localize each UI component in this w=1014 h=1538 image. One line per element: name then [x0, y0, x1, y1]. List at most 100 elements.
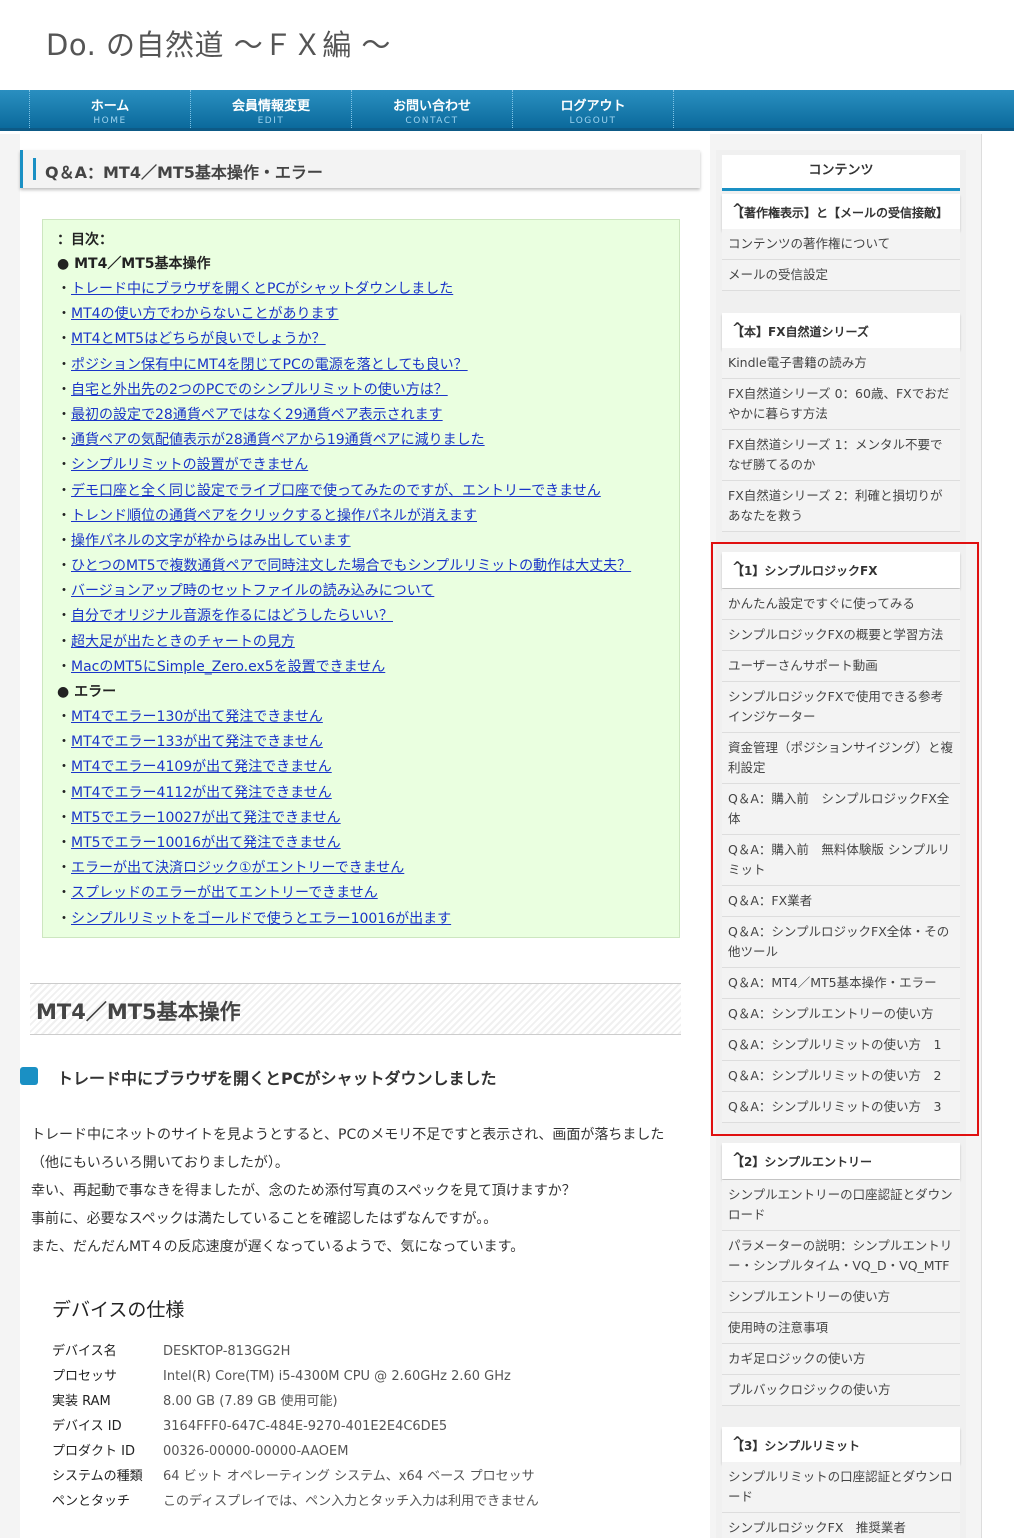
toc-bullet: ・ — [57, 532, 71, 549]
sidebar-link[interactable]: Q＆A：シンプルリミットの使い方 2 — [722, 1061, 960, 1092]
sidebar-link[interactable]: Q＆A：シンプルエントリーの使い方 — [722, 999, 960, 1030]
device-spec-table: デバイス名 DESKTOP-813GG2H プロセッサ Intel(R) Core(T… — [52, 1339, 672, 1514]
spec-row: デバイス名 DESKTOP-813GG2H — [52, 1339, 672, 1364]
page-title: Q＆A：MT4／MT5基本操作・エラー — [45, 163, 323, 182]
toc-link[interactable]: 操作パネルの文字が枠からはみ出しています — [71, 533, 351, 549]
toc-link[interactable]: トレード中にブラウザを開くとPCがシャットダウンしました — [71, 281, 453, 297]
chevron-up-icon[interactable]: ^ — [732, 1435, 952, 1450]
sidebar-link[interactable]: メールの受信設定 — [722, 260, 960, 291]
sidebar-group-header[interactable]: 【1】シンプルロジックFX ^ — [722, 552, 960, 588]
sidebar-link[interactable]: シンプルロジックFXの概要と学習方法 — [722, 620, 960, 651]
sidebar-link[interactable]: 使用時の注意事項 — [722, 1313, 960, 1344]
sidebar-group-header[interactable]: 【3】シンプルリミット ^ — [722, 1427, 960, 1463]
sidebar-link[interactable]: FX自然道シリーズ 0：60歳、FXでおだやかに暮らす方法 — [722, 379, 960, 430]
toc-link[interactable]: MT4でエラー133が出て発注できません — [71, 734, 323, 750]
sidebar-link[interactable]: ユーザーさんサポート動画 — [722, 651, 960, 682]
question-heading-text: トレード中にブラウザを開くとPCがシャットダウンしました — [57, 1069, 497, 1088]
sidebar-link[interactable]: シンプルエントリーの口座認証とダウンロード — [722, 1180, 960, 1231]
toc-item: ・自宅と外出先の2つのPCでのシンプルリミットの使い方は？ — [57, 378, 665, 403]
chevron-up-icon[interactable]: ^ — [732, 560, 952, 575]
chevron-up-icon[interactable]: ^ — [732, 321, 952, 336]
question-heading: トレード中にブラウザを開くとPCがシャットダウンしました — [20, 1063, 680, 1089]
table-of-contents: ：目次： ● MT4／MT5基本操作 ・トレード中にブラウザを開くとPCがシャッ… — [42, 219, 680, 938]
toc-item: ・MT5でエラー10016が出て発注できません — [57, 831, 665, 856]
toc-bullet: ・ — [57, 910, 71, 927]
sidebar-link[interactable]: Q＆A：シンプルリミットの使い方 3 — [722, 1092, 960, 1123]
toc-bullet: ・ — [57, 658, 71, 675]
toc-link[interactable]: バージョンアップ時のセットファイルの読み込みについて — [71, 583, 434, 599]
sidebar-link[interactable]: シンプルリミットの口座認証とダウンロード — [722, 1462, 960, 1513]
sidebar-link[interactable]: Q＆A：MT4／MT5基本操作・エラー — [722, 968, 960, 999]
toc-link[interactable]: 通貨ペアの気配値表示が28通貨ペアから19通貨ペアに減りました — [71, 432, 485, 448]
toc-bullet: ・ — [57, 885, 71, 902]
sidebar-link[interactable]: パラメーターの説明：シンプルエントリー・シンプルタイム・VQ_D・VQ_MTF — [722, 1231, 960, 1282]
toc-link[interactable]: MT4の使い方でわからないことがあります — [71, 306, 339, 322]
toc-link[interactable]: トレンド順位の通貨ペアをクリックすると操作パネルが消えます — [71, 508, 477, 524]
toc-link[interactable]: エラーが出て決済ロジック①がエントリーできません — [71, 860, 404, 876]
toc-link[interactable]: MT4でエラー130が出て発注できません — [71, 709, 323, 725]
nav-logout-sub: LOGOUT — [569, 116, 617, 126]
spec-value: 00326-00000-00000-AAOEM — [163, 1444, 349, 1459]
toc-item: ・シンプルリミットをゴールドで使うとエラー10016が出ます — [57, 907, 665, 932]
toc-link[interactable]: MT4とMT5はどちらが良いでしょうか？ — [71, 331, 326, 347]
toc-link[interactable]: MT4でエラー4112が出て発注できません — [71, 785, 332, 801]
toc-link[interactable]: デモ口座と全く同じ設定でライブ口座で使ってみたのですが、エントリーできません — [71, 483, 601, 499]
device-spec: デバイスの仕様 デバイス名 DESKTOP-813GG2H プロセッサ Intel(R… — [52, 1295, 672, 1514]
sidebar-link[interactable]: カギ足ロジックの使い方 — [722, 1344, 960, 1375]
sidebar-group-header[interactable]: 【本】FX自然道シリーズ ^ — [722, 313, 960, 349]
nav-logout-label: ログアウト — [560, 99, 626, 114]
sidebar-link[interactable]: FX自然道シリーズ 2：利確と損切りがあなたを救う — [722, 481, 960, 532]
toc-link[interactable]: シンプルリミットの設置ができません — [71, 457, 308, 473]
spec-row: 実装 RAM 8.00 GB (7.89 GB 使用可能) — [52, 1389, 672, 1414]
nav-contact[interactable]: お問い合わせ CONTACT — [351, 90, 512, 128]
spec-key: ペンとタッチ — [52, 1494, 131, 1509]
toc-link[interactable]: 自宅と外出先の2つのPCでのシンプルリミットの使い方は？ — [71, 382, 448, 398]
spec-value: 64 ビット オペレーティング システム、x64 ベース プロセッサ — [163, 1469, 535, 1484]
question-body: トレード中にネットのサイトを見ようとすると、PCのメモリ不足ですと表示され、画面… — [31, 1121, 681, 1261]
toc-link[interactable]: シンプルリミットをゴールドで使うとエラー10016が出ます — [71, 911, 451, 927]
section-heading: MT4／MT5基本操作 — [30, 983, 681, 1035]
toc-link[interactable]: 超大足が出たときのチャートの見方 — [71, 634, 295, 650]
sidebar-link[interactable]: Q＆A：購入前 シンプルロジックFX全体 — [722, 784, 960, 835]
toc-link[interactable]: ポジション保有中にMT4を閉じてPCの電源を落としても良い？ — [71, 357, 468, 373]
toc-link[interactable]: MT5でエラー10016が出て発注できません — [71, 835, 341, 851]
sidebar-link[interactable]: かんたん設定ですぐに使ってみる — [722, 589, 960, 620]
nav-edit[interactable]: 会員情報変更 EDIT — [190, 90, 351, 128]
sidebar-link[interactable]: シンプルロジックFX 推奨業者 — [722, 1513, 960, 1538]
sidebar-group-header[interactable]: 【著作権表示】と【メールの受信接敵】 ^ — [722, 194, 960, 230]
page-edge — [981, 134, 1014, 1538]
sidebar-link[interactable]: 資金管理（ポジションサイジング）と複利設定 — [722, 733, 960, 784]
site-title[interactable]: Do. の自然道 〜ＦＸ編 〜 — [46, 22, 391, 64]
toc-item: ・操作パネルの文字が枠からはみ出しています — [57, 529, 665, 554]
sidebar-group-header[interactable]: 【2】シンプルエントリー ^ — [722, 1143, 960, 1179]
nav-logout[interactable]: ログアウト LOGOUT — [512, 90, 673, 128]
toc-link[interactable]: MT5でエラー10027が出て発注できません — [71, 810, 341, 826]
sidebar-link[interactable]: FX自然道シリーズ 1：メンタル不要でなぜ勝てるのか — [722, 430, 960, 481]
spec-key: プロダクト ID — [52, 1444, 135, 1459]
sidebar-link[interactable]: Q＆A：シンプルロジックFX全体・その他ツール — [722, 917, 960, 968]
spec-row: プロダクト ID 00326-00000-00000-AAOEM — [52, 1439, 672, 1464]
sidebar-link[interactable]: コンテンツの著作権について — [722, 229, 960, 260]
toc-link[interactable]: 自分でオリジナル音源を作るにはどうしたらいい？ — [71, 608, 393, 624]
toc-bullet: ・ — [57, 784, 71, 801]
toc-bullet: ・ — [57, 633, 71, 650]
sidebar-link[interactable]: プルバックロジックの使い方 — [722, 1375, 960, 1406]
toc-link[interactable]: MacのMT5にSimple_Zero.ex5を設置できません — [71, 659, 385, 675]
sidebar-link[interactable]: Kindle電子書籍の読み方 — [722, 348, 960, 379]
sidebar-link[interactable]: シンプルエントリーの使い方 — [722, 1282, 960, 1313]
toc-link[interactable]: スプレッドのエラーが出てエントリーできません — [71, 885, 378, 901]
nav-home[interactable]: ホーム HOME — [29, 90, 190, 128]
sidebar-link[interactable]: Q＆A：FX業者 — [722, 886, 960, 917]
chevron-up-icon[interactable]: ^ — [732, 1151, 952, 1166]
sidebar-link[interactable]: Q＆A：購入前 無料体験版 シンプルリミット — [722, 835, 960, 886]
spec-value: このディスプレイでは、ペン入力とタッチ入力は利用できません — [163, 1494, 539, 1509]
sidebar-link[interactable]: Q＆A：シンプルリミットの使い方 1 — [722, 1030, 960, 1061]
chevron-up-icon[interactable]: ^ — [732, 202, 952, 217]
toc-link[interactable]: MT4でエラー4109が出て発注できません — [71, 759, 332, 775]
toc-link[interactable]: ひとつのMT5で複数通貨ペアで同時注文した場合でもシンプルリミットの動作は大丈夫… — [71, 558, 631, 574]
toc-item: ・デモ口座と全く同じ設定でライブ口座で使ってみたのですが、エントリーできません — [57, 479, 665, 504]
global-nav: ホーム HOME 会員情報変更 EDIT お問い合わせ CONTACT ログアウ… — [0, 90, 1014, 131]
toc-item: ・超大足が出たときのチャートの見方 — [57, 630, 665, 655]
sidebar-link[interactable]: シンプルロジックFXで使用できる参考インジケーター — [722, 682, 960, 733]
toc-link[interactable]: 最初の設定で28通貨ペアではなく29通貨ペア表示されます — [71, 407, 443, 423]
